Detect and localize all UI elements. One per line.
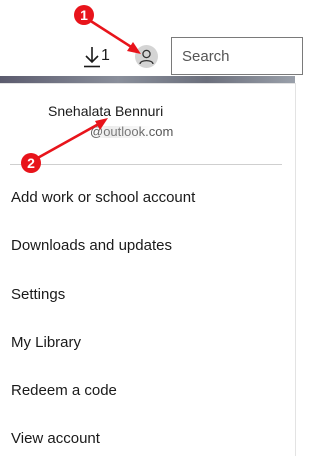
menu-item-downloads-updates[interactable]: Downloads and updates: [11, 237, 172, 254]
user-avatar-icon[interactable]: [135, 45, 158, 68]
search-input[interactable]: [172, 38, 302, 74]
menu-item-redeem-code[interactable]: Redeem a code: [11, 382, 117, 399]
menu-divider: [10, 164, 282, 165]
account-name: Snehalata Bennuri: [48, 103, 164, 119]
menu-item-add-work-account[interactable]: Add work or school account: [11, 189, 195, 206]
top-bar: 1: [0, 0, 303, 82]
menu-item-my-library[interactable]: My Library: [11, 334, 81, 351]
menu-item-view-account[interactable]: View account: [11, 430, 100, 447]
email-redaction: [90, 126, 154, 138]
download-icon[interactable]: [83, 46, 101, 68]
background-banner-strip: [0, 76, 295, 84]
downloads-count[interactable]: 1: [101, 47, 110, 65]
account-dropdown-menu: [0, 84, 295, 456]
menu-item-settings[interactable]: Settings: [11, 286, 65, 303]
search-box[interactable]: [171, 37, 303, 75]
